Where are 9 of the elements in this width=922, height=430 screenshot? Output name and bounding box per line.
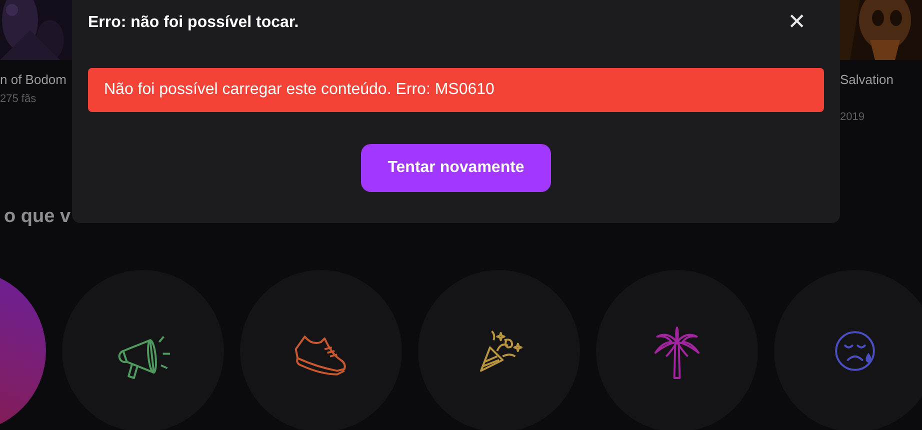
- card-subtitle: 275 fãs: [0, 93, 36, 105]
- section-heading: o que v: [3, 206, 72, 229]
- retry-button[interactable]: Tentar novamente: [361, 144, 551, 192]
- card-subtitle: 2019: [840, 111, 866, 123]
- card-title[interactable]: n of Bodom: [0, 72, 66, 87]
- error-message: Não foi possível carregar este conteúdo. Erro: MS0610: [88, 68, 824, 112]
- close-button[interactable]: ✕: [782, 12, 812, 34]
- dialog-title: Erro: não foi possível tocar.: [88, 14, 299, 32]
- card-title[interactable]: Salvation: [840, 72, 922, 87]
